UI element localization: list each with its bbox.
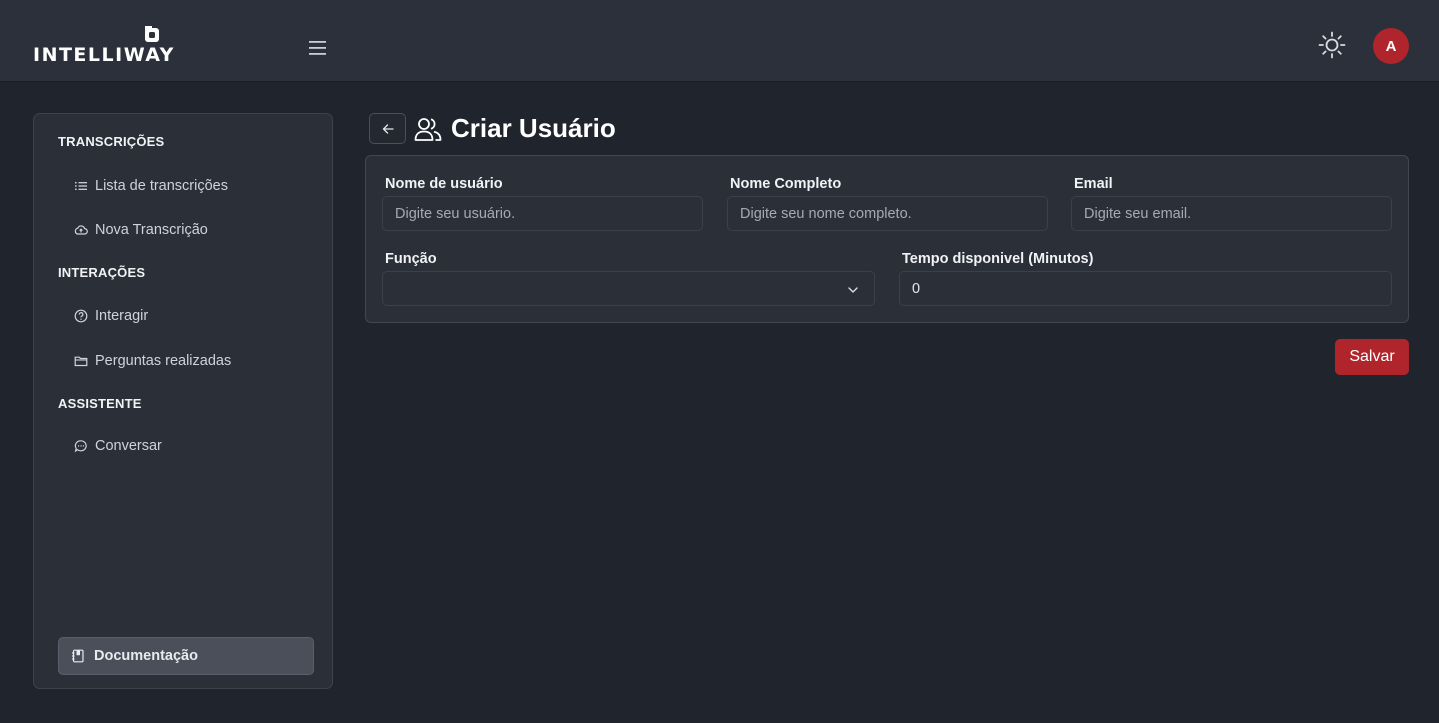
list-icon (75, 182, 87, 190)
username-input[interactable] (382, 196, 703, 231)
section-title-transcricoes: TRANSCRIÇÕES (58, 134, 165, 149)
save-button[interactable]: Salvar (1335, 339, 1409, 375)
email-label: Email (1074, 176, 1113, 192)
fullname-label: Nome Completo (730, 176, 842, 192)
documentation-button[interactable]: Documentação (58, 637, 314, 675)
role-select[interactable] (382, 271, 875, 306)
sidebar-item-conversar[interactable]: Conversar (74, 435, 162, 457)
chevron-down-icon (848, 287, 858, 293)
sidebar-item-lista-transcricoes[interactable]: Lista de transcrições (74, 175, 228, 197)
sidebar: TRANSCRIÇÕES Lista de transcrições Nova … (33, 113, 333, 689)
user-avatar[interactable]: A (1373, 28, 1409, 64)
create-user-form: Nome de usuário Nome Completo Email Funç… (365, 155, 1409, 323)
users-icon (414, 118, 442, 141)
logo-text: INTELLIWAY (33, 44, 175, 66)
sidebar-item-interagir[interactable]: Interagir (74, 305, 148, 327)
theme-toggle-sun-icon[interactable] (1318, 31, 1346, 59)
documentation-label: Documentação (94, 648, 198, 664)
fullname-input[interactable] (727, 196, 1048, 231)
book-icon (72, 649, 84, 663)
sidebar-item-label: Interagir (95, 308, 149, 324)
sidebar-item-label: Lista de transcrições (95, 178, 228, 194)
sidebar-item-label: Perguntas realizadas (95, 353, 232, 369)
time-available-input[interactable] (899, 271, 1392, 306)
back-button[interactable] (369, 113, 406, 144)
sidebar-item-nova-transcricao[interactable]: Nova Transcrição (74, 219, 208, 241)
arrow-left-icon (382, 123, 394, 134)
sidebar-item-perguntas-realizadas[interactable]: Perguntas realizadas (74, 350, 231, 372)
chat-icon (74, 440, 87, 453)
cloud-upload-icon (74, 225, 88, 235)
section-title-interacoes: INTERAÇÕES (58, 265, 146, 280)
logo-mark-icon (145, 26, 159, 42)
email-input[interactable] (1071, 196, 1392, 231)
sidebar-item-label: Nova Transcrição (95, 222, 208, 238)
folder-icon (74, 356, 88, 367)
sidebar-item-label: Conversar (95, 438, 162, 454)
username-label: Nome de usuário (385, 176, 503, 192)
page-title: Criar Usuário (451, 113, 616, 143)
top-header: INTELLIWAY A (0, 0, 1439, 82)
intelliway-logo[interactable]: INTELLIWAY (33, 26, 173, 66)
time-label: Tempo disponivel (Minutos) (902, 251, 1094, 267)
hamburger-menu-icon[interactable] (308, 39, 328, 57)
section-title-assistente: ASSISTENTE (58, 396, 142, 411)
help-circle-icon (74, 309, 88, 323)
role-label: Função (385, 251, 437, 267)
